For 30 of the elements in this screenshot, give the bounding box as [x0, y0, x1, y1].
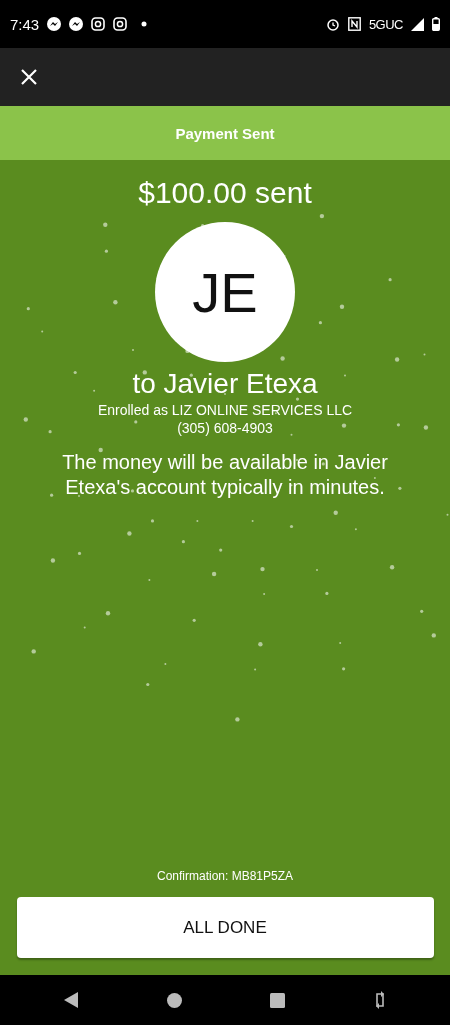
alarm-icon: [325, 17, 340, 31]
messenger-icon: [69, 17, 84, 31]
messenger-icon: [47, 17, 62, 31]
camera-icon: [113, 17, 128, 31]
back-icon: [64, 992, 79, 1008]
rotate-button[interactable]: [373, 991, 386, 1009]
status-time: 7:43: [10, 15, 40, 33]
avatar-initials: JE: [155, 222, 295, 362]
recents-icon: [270, 992, 286, 1008]
back-button[interactable]: [64, 992, 79, 1008]
battery-icon: [432, 17, 440, 31]
amount-sent: $100.00 sent: [138, 176, 312, 210]
confirmation-number: Confirmation: MB81P5ZA: [156, 869, 294, 883]
rotate-icon: [373, 991, 386, 1009]
all-done-button[interactable]: ALL DONE: [16, 897, 434, 958]
recents-button[interactable]: [270, 992, 286, 1008]
signal-icon: [411, 17, 424, 31]
home-icon: [166, 992, 182, 1008]
close-button[interactable]: [20, 68, 38, 86]
phone-number: (305) 608-4903: [177, 420, 273, 436]
dot-icon: [141, 21, 148, 27]
enrolled-name: Enrolled as LIZ ONLINE SERVICES LLC: [97, 402, 353, 418]
recipient-name: to Javier Etexa: [132, 368, 318, 400]
availability-message: The money will be available in Javier Etexa's account typically in minutes.: [61, 450, 389, 500]
camera-icon: [91, 17, 106, 31]
close-icon: [20, 68, 38, 86]
network-label: 5GUC: [368, 16, 403, 32]
header-title: Payment Sent: [175, 124, 275, 142]
nfc-icon: [347, 17, 361, 31]
home-button[interactable]: [166, 992, 182, 1008]
